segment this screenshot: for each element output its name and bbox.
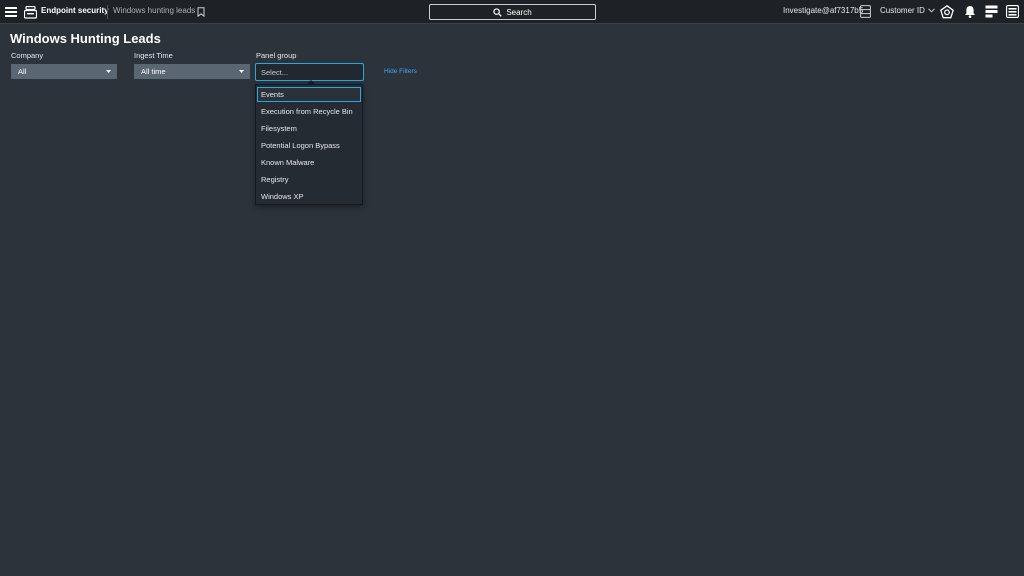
option-registry[interactable]: Registry xyxy=(257,172,361,187)
page-title: Windows Hunting Leads xyxy=(10,31,161,46)
company-label: Company xyxy=(11,51,44,60)
bookmark-icon[interactable] xyxy=(196,6,205,17)
caret-down-icon xyxy=(106,70,111,73)
search-icon xyxy=(493,7,503,17)
user-account[interactable]: Investigate@af7317b5 xyxy=(783,6,863,15)
caret-down-icon xyxy=(239,70,244,73)
product-icon[interactable] xyxy=(24,5,37,19)
panel-group-select[interactable]: Select... xyxy=(255,63,364,81)
dropdown-arrow xyxy=(306,80,316,85)
option-execution-from-recycle-bin[interactable]: Execution from Recycle Bin xyxy=(257,104,361,119)
option-events[interactable]: Events xyxy=(257,87,361,102)
ingest-time-label: Ingest Time xyxy=(134,51,173,60)
panel-group-dropdown: Events Execution from Recycle Bin Filesy… xyxy=(255,80,363,205)
ingest-time-select[interactable]: All time xyxy=(134,64,250,79)
database-icon[interactable] xyxy=(860,5,871,18)
company-select[interactable]: All xyxy=(11,64,117,79)
bell-icon[interactable] xyxy=(964,5,976,18)
product-name[interactable]: Endpoint security xyxy=(41,6,109,15)
panel-group-placeholder: Select... xyxy=(261,67,289,77)
global-search-button[interactable]: Search xyxy=(429,4,596,20)
menu-icon[interactable] xyxy=(4,4,18,20)
option-potential-logon-bypass[interactable]: Potential Logon Bypass xyxy=(257,138,361,153)
chevron-down-icon xyxy=(928,8,935,13)
option-known-malware[interactable]: Known Malware xyxy=(257,155,361,170)
company-value: All xyxy=(18,67,27,76)
top-bar: Endpoint security Windows hunting leads … xyxy=(0,0,1024,24)
help-icon[interactable] xyxy=(940,5,954,19)
option-windows-xp[interactable]: Windows XP xyxy=(257,189,361,204)
ingest-time-value: All time xyxy=(141,67,166,76)
customer-id-label: Customer ID xyxy=(880,6,925,15)
breadcrumb: Windows hunting leads xyxy=(113,6,196,15)
search-label: Search xyxy=(506,7,532,17)
panel-group-label: Panel group xyxy=(256,51,297,60)
apps-icon[interactable] xyxy=(985,5,998,18)
breadcrumb-divider xyxy=(107,5,108,19)
collapse-icon[interactable] xyxy=(1006,5,1019,18)
hide-filters-link[interactable]: Hide Filters xyxy=(384,68,417,75)
customer-id-dropdown[interactable]: Customer ID xyxy=(880,6,935,15)
option-filesystem[interactable]: Filesystem xyxy=(257,121,361,136)
